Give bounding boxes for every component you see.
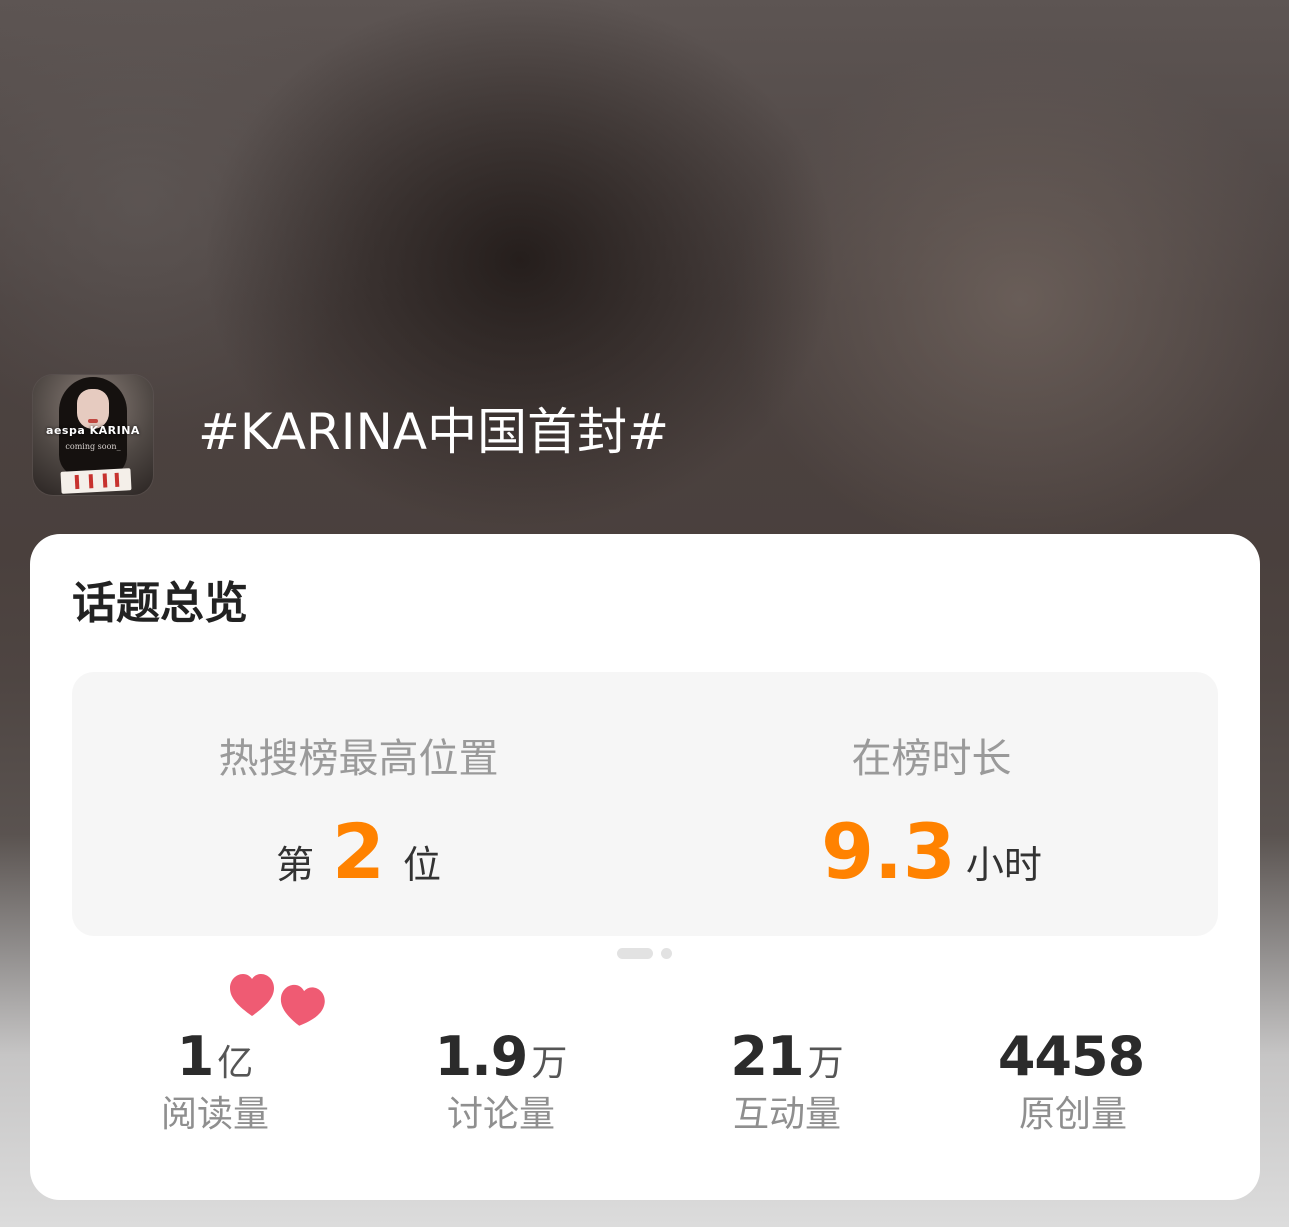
- stat-value: 4458: [930, 1024, 1216, 1090]
- hot-search-value: 第2位: [72, 812, 645, 892]
- stat-interaction-count[interactable]: 21 万 互动量: [644, 1024, 930, 1144]
- rank-number: 2: [332, 807, 385, 896]
- stat-read-count[interactable]: 1亿 阅读量: [72, 1024, 358, 1144]
- stats-row: 1亿 阅读量 1.9 万 讨论量 21 万 互动量 4458 原创量: [72, 1024, 1218, 1144]
- stat-label: 讨论量: [446, 1094, 555, 1135]
- stat-number: 21: [730, 1025, 804, 1088]
- page-dot-active[interactable]: [617, 948, 653, 959]
- rank-suffix: 位: [402, 843, 441, 887]
- avatar-sub-text: coming soon_: [65, 442, 121, 451]
- avatar-face: [77, 389, 109, 429]
- stat-unit: 亿: [217, 1043, 254, 1084]
- hot-search-label: 热搜榜最高位置: [218, 736, 499, 782]
- stat-label: 原创量: [1018, 1094, 1127, 1135]
- stat-unit: 万: [807, 1043, 844, 1084]
- stat-number: 1: [176, 1025, 215, 1088]
- hearts-icon: [230, 974, 325, 1026]
- stat-number: 4458: [997, 1025, 1145, 1088]
- heart-icon: [230, 974, 274, 1016]
- card-title: 话题总览: [72, 578, 248, 629]
- duration-value: 9.3 小时: [645, 812, 1218, 892]
- topic-avatar[interactable]: aespa KARINA coming soon_: [33, 375, 153, 495]
- duration-number: 9.3: [821, 807, 956, 896]
- topic-title: #KARINA中国首封#: [198, 403, 669, 461]
- stat-number: 1.9: [434, 1025, 529, 1088]
- stat-discussion-count[interactable]: 1.9 万 讨论量: [358, 1024, 644, 1144]
- duration-label: 在榜时长: [851, 736, 1012, 782]
- stat-value: 1亿: [72, 1024, 358, 1090]
- on-list-duration: 在榜时长 9.3 小时: [645, 672, 1218, 936]
- rank-prefix: 第: [276, 843, 315, 887]
- stat-value: 21 万: [644, 1024, 930, 1090]
- avatar-brand-text: aespa KARINA: [46, 424, 140, 437]
- stat-label: 互动量: [732, 1094, 841, 1135]
- rank-panel[interactable]: 热搜榜最高位置 第2位 在榜时长 9.3 小时: [72, 672, 1218, 936]
- heart-icon: [280, 984, 325, 1026]
- avatar-lips: [88, 419, 98, 423]
- hot-search-rank: 热搜榜最高位置 第2位: [72, 672, 645, 936]
- stat-original-count[interactable]: 4458 原创量: [930, 1024, 1216, 1144]
- page-dot[interactable]: [661, 948, 672, 959]
- duration-unit: 小时: [965, 843, 1042, 887]
- avatar-card: [60, 468, 132, 494]
- stat-unit: 万: [531, 1043, 568, 1084]
- topic-overview-card: 话题总览 热搜榜最高位置 第2位 在榜时长 9.3 小时 1亿 阅读量 1.9 …: [30, 534, 1260, 1200]
- stat-label: 阅读量: [160, 1094, 269, 1135]
- stat-value: 1.9 万: [358, 1024, 644, 1090]
